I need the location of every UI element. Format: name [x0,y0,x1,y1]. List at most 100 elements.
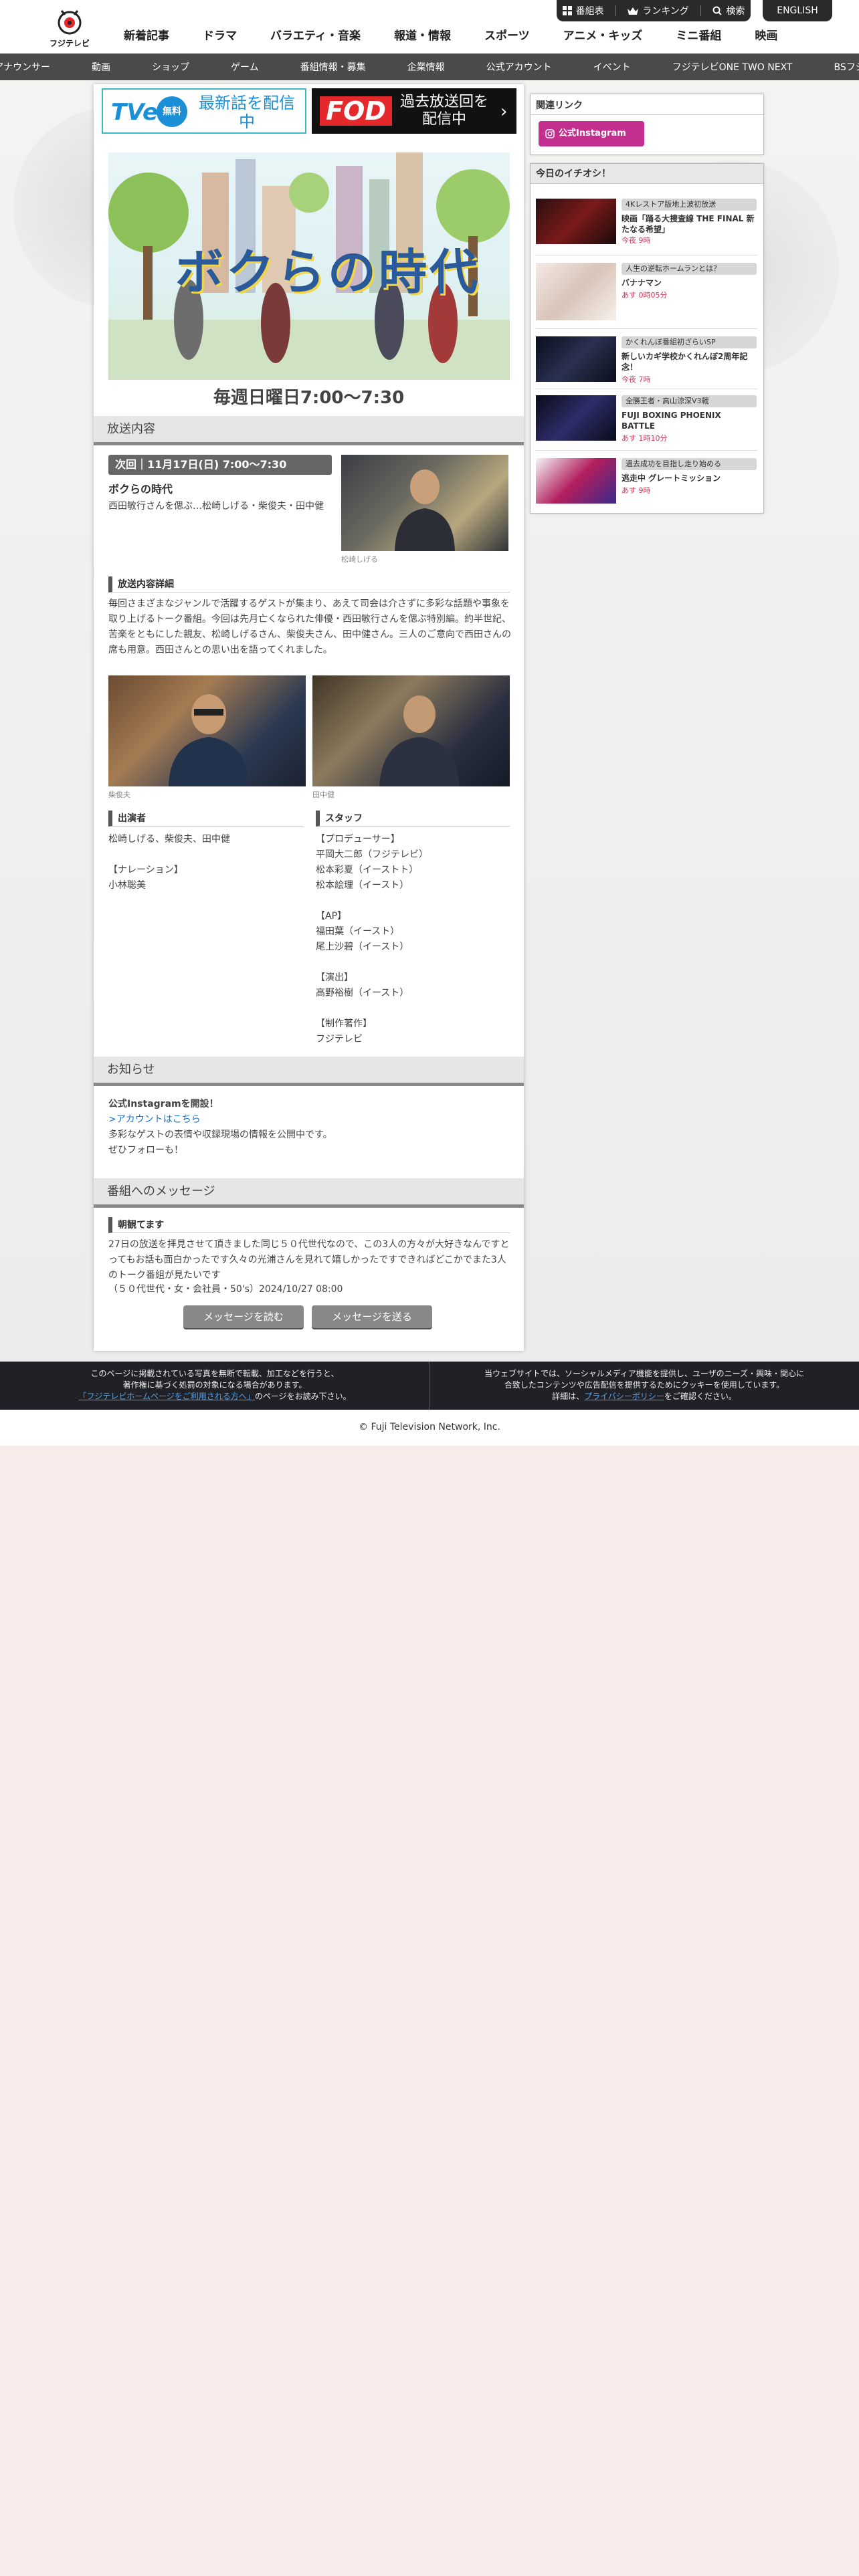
pickup-name: 映画「踊る大捜査線 THE FINAL 新たなる希望」 [622,214,755,234]
cast-line: 小林聡美 [108,880,146,891]
search-link[interactable]: 検索 [712,4,745,17]
pickup-badge: 4Kレストア版地上波初放送 [622,199,757,211]
subnav-item-corporate[interactable]: 企業情報 [387,60,466,74]
guest-photo [379,695,460,786]
notice-line: 多彩なゲストの表情や収録現場の情報を公開中です。 [108,1130,332,1140]
crown-icon [628,7,639,15]
footer-text: のページをお読み下さい。 [254,1392,351,1401]
section-header-notice: お知らせ [94,1057,524,1086]
nav-item-mini[interactable]: ミニ番組 [659,25,738,47]
subnav-item-program-info[interactable]: 番組情報・募集 [280,60,387,74]
english-button[interactable]: ENGLISH [763,0,832,21]
pickup-time: あす 9時 [622,486,651,495]
subnav-item-event[interactable]: イベント [573,60,652,74]
pickup-title: 今日のイチオシ！ [531,164,763,184]
pickup-time: 今夜 7時 [622,375,651,384]
fuji-tv-logo[interactable]: フジテレビ [48,5,91,48]
grid-icon [562,6,572,15]
pickup-item[interactable]: かくれんぼ番組初ざらいSP 新しいカギ学校かくれんぼ2周年記念！ 今夜 7時 [536,336,758,384]
tver-banner-text: 最新話を配信中 [199,94,295,131]
staff-list: 【プロデューサー】 平岡大二郎（フジテレビ） 松本彩夏（イーストト） 松本絵理（… [316,832,510,1047]
pickup-name: FUJI BOXING PHOENIX BATTLE [622,411,721,431]
read-messages-button[interactable]: メッセージを読む [183,1305,304,1328]
privacy-policy-link[interactable]: プライバシーポリシー [584,1392,664,1401]
pickup-item[interactable]: 全勝王者・高山涼深V3戦 FUJI BOXING PHOENIX BATTLE … [536,395,758,443]
cast-line: 松崎しげる、柴俊夫、田中健 [108,834,230,845]
subnav-item-official-accounts[interactable]: 公式アカウント [466,60,573,74]
schedule-link[interactable]: 番組表 [562,4,604,17]
ranking-link[interactable]: ランキング [628,4,689,17]
send-message-button[interactable]: メッセージを送る [312,1305,432,1328]
pickup-badge: 過去成功を目指し走り始める [622,458,757,470]
staff-heading: スタッフ [316,811,510,827]
tver-banner[interactable]: TVer 無料 最新話を配信中 [102,88,306,134]
pickup-item[interactable]: 過去成功を目指し走り始める 逃走中 グレートミッション あす 9時 [536,458,758,506]
pickup-item[interactable]: 人生の逆転ホームランとは？ バナナマン あす 0時05分 [536,263,758,322]
subnav-item-one-two-next[interactable]: フジテレビONE TWO NEXT [652,60,814,74]
utility-bar: 番組表 ランキング 検索 [557,0,751,21]
cast-heading: 出演者 [108,811,304,827]
staff-line: フジテレビ [316,1034,363,1045]
subnav-item-game[interactable]: ゲーム [210,60,280,74]
section-header-message: 番組へのメッセージ [94,1178,524,1208]
message-body: 27日の放送を拝見させて頂きました同じ５０代世代なので、この3人の方々が大好きな… [108,1239,510,1281]
terms-link[interactable]: 「フジテレビホームページをご利用される方へ」 [78,1392,254,1401]
fod-logo: FOD [320,96,392,126]
footer-line: 詳細は、プライバシーポリシーをご確認ください。 [430,1391,859,1402]
pickup-thumbnail [536,395,616,441]
cast-list: 松崎しげる、柴俊夫、田中健 【ナレーション】 小林聡美 [108,832,304,893]
divider [536,450,758,451]
nav-item-sports[interactable]: スポーツ [468,25,547,47]
main-content: TVer 無料 最新話を配信中 FOD 過去放送回を配信中 › ボクらの時代 毎… [94,84,524,1351]
pickup-badge: 全勝王者・高山涼深V3戦 [622,395,757,407]
nav-item-movie[interactable]: 映画 [738,25,794,47]
photo-right-caption: 田中健 [312,790,335,799]
subnav-item-bs-fuji[interactable]: BSフジ [813,60,859,74]
instagram-button[interactable]: 公式Instagram [539,121,644,146]
nav-item-anime[interactable]: アニメ・キッズ [547,25,660,47]
guest-photo [169,694,249,786]
show-key-visual: ボクらの時代 [108,152,510,380]
pickup-badge: 人生の逆転ホームランとは？ [622,263,757,275]
free-badge: 無料 [157,96,187,127]
staff-line: 【演出】 [316,972,353,983]
site-header: フジテレビ 新着記事 ドラマ バラエティ・音楽 報道・情報 スポーツ アニメ・キ… [0,0,859,53]
subnav-item-video[interactable]: 動画 [71,60,131,74]
subnav-item-announcer[interactable]: アナウンサー [0,60,71,74]
message-meta: （５０代世代・女・会社員・50's）2024/10/27 08:00 [108,1284,343,1295]
subnav-item-shop[interactable]: ショップ [131,60,210,74]
nav-item-variety[interactable]: バラエティ・音楽 [254,25,377,47]
footer-line: 著作権に基づく処罰の対象になる場合があります。 [122,1380,307,1390]
nav-item-news[interactable]: 新着記事 [107,25,186,47]
staff-line [316,893,510,909]
episode-photo-caption: 松崎しげる [341,555,378,564]
staff-line: 松本彩夏（イーストト） [316,865,419,875]
nav-item-drama[interactable]: ドラマ [186,25,254,47]
detail-heading: 放送内容詳細 [108,576,510,593]
pickup-badge: かくれんぼ番組初ざらいSP [622,336,757,348]
photo-guest-right [312,675,510,786]
footer-line: 当ウェブサイトでは、ソーシャルメディア機能を提供し、ユーザのニーズ・興味・関心に [484,1369,805,1378]
notice-body: 多彩なゲストの表情や収録現場の情報を公開中です。 ぜひフォローも！ [108,1128,510,1158]
logo-text: フジテレビ [49,39,90,48]
cast-line: 【ナレーション】 [108,865,183,875]
footer-text: をご確認ください。 [664,1392,737,1401]
nav-item-report[interactable]: 報道・情報 [377,25,468,47]
pickup-time: あす 0時05分 [622,291,668,300]
staff-line: 松本絵理（イースト） [316,880,409,891]
instagram-account-link[interactable]: >アカウントはこちら [108,1112,201,1125]
ranking-label: ランキング [642,6,689,17]
footer-line: 合致したコンテンツや広告配信を提供するためにクッキーを使用しています。 [504,1380,785,1390]
pickup-thumbnail [536,263,616,320]
pickup-item[interactable]: 4Kレストア版地上波初放送 映画「踊る大捜査線 THE FINAL 新たなる希望… [536,199,758,245]
search-icon [712,6,723,15]
footer-copyright-notice: このページに掲載されている写真を無断で転載、加工などを行うと、 著作権に基づく処… [0,1368,430,1402]
footer-line: 「フジテレビホームページをご利用される方へ」のページをお読み下さい。 [0,1391,430,1402]
staff-line: 高野裕樹（イースト） [316,988,409,998]
episode-summary: 西田敏行さんを偲ぶ…松崎しげる・柴俊夫・田中健 [108,501,324,512]
sub-nav: アナウンサー 動画 ショップ ゲーム 番組情報・募集 企業情報 公式アカウント … [0,53,859,80]
fod-banner[interactable]: FOD 過去放送回を配信中 › [312,88,516,134]
detail-text: 毎回さまざまなジャンルで活躍するゲストが集まり、あえて司会は介さずに多彩な話題や… [108,599,511,655]
footer: © Fuji Television Network, Inc. [0,1410,859,1446]
footer-notices: このページに掲載されている写真を無断で転載、加工などを行うと、 著作権に基づく処… [0,1362,859,1410]
